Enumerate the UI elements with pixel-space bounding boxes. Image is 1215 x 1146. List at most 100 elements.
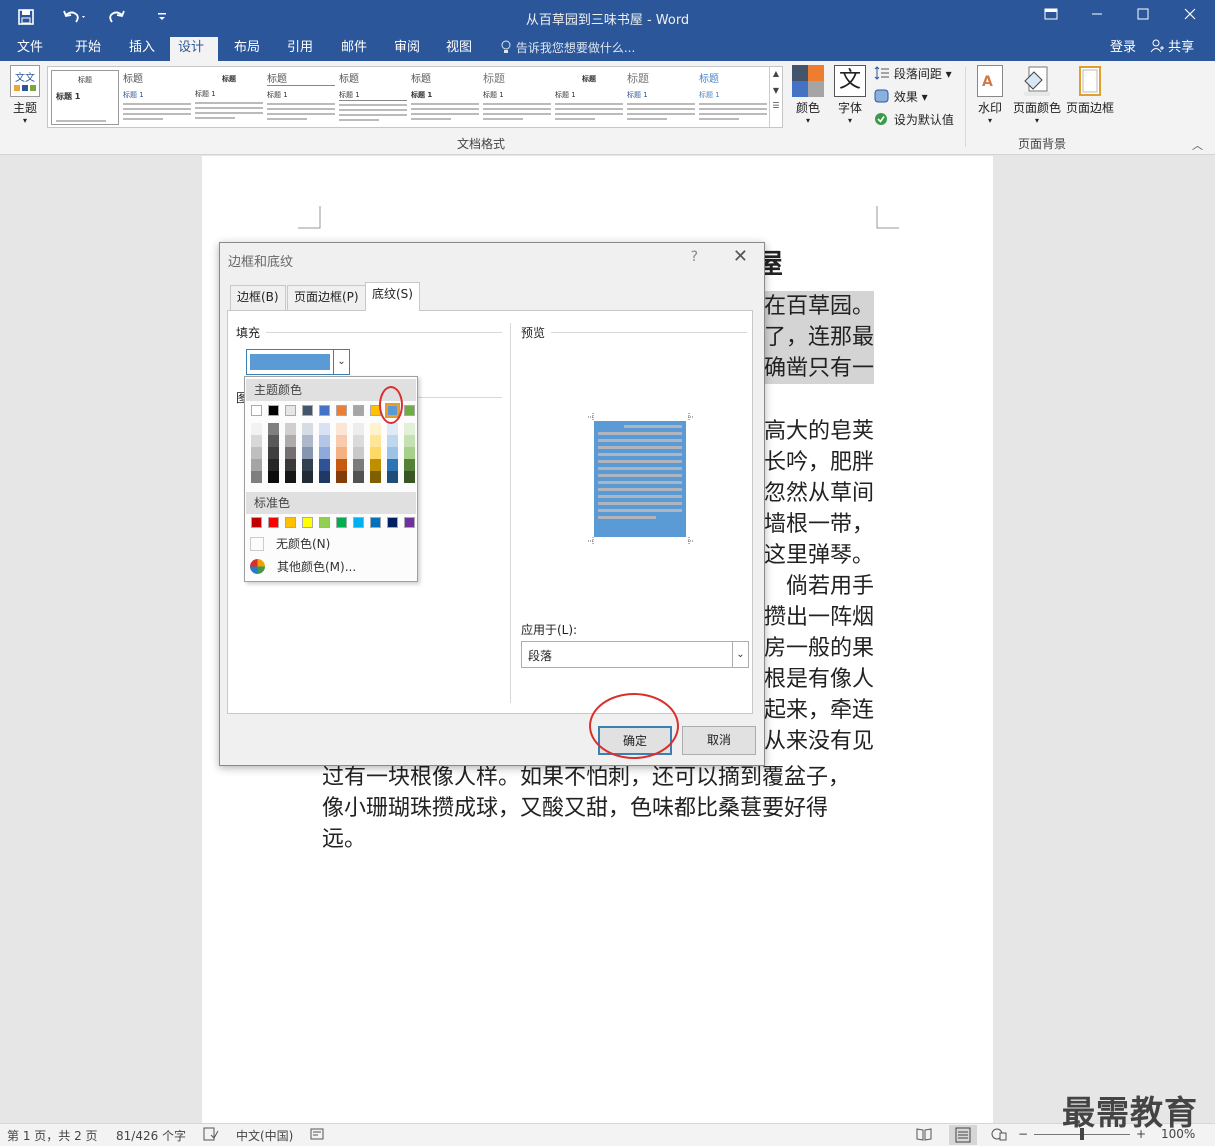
shade-color-swatch[interactable]: [336, 447, 347, 459]
shade-color-swatch[interactable]: [336, 423, 347, 435]
style-set-thumb[interactable]: 标题 标题 1: [627, 70, 695, 125]
shade-color-swatch[interactable]: [302, 435, 313, 447]
shade-color-swatch[interactable]: [387, 459, 398, 471]
read-mode-icon[interactable]: [916, 1127, 932, 1144]
chevron-down-icon[interactable]: ⌄: [333, 350, 349, 374]
page-border-button[interactable]: 页面边框: [1064, 65, 1116, 116]
tab-references[interactable]: 引用: [279, 37, 321, 61]
shade-color-swatch[interactable]: [319, 447, 330, 459]
standard-color-swatch[interactable]: [251, 517, 262, 528]
macro-icon[interactable]: [310, 1127, 324, 1144]
shade-color-swatch[interactable]: [319, 471, 330, 483]
web-layout-icon[interactable]: [991, 1127, 1007, 1144]
shade-color-swatch[interactable]: [319, 423, 330, 435]
shade-color-swatch[interactable]: [319, 459, 330, 471]
theme-color-swatch[interactable]: [285, 405, 296, 416]
theme-color-swatch[interactable]: [302, 405, 313, 416]
shade-color-swatch[interactable]: [370, 423, 381, 435]
shade-color-swatch[interactable]: [268, 447, 279, 459]
shade-color-swatch[interactable]: [353, 471, 364, 483]
effects-button[interactable]: 效果 ▾: [874, 88, 928, 106]
colors-button[interactable]: 颜色 ▾: [790, 65, 826, 125]
standard-color-swatch[interactable]: [353, 517, 364, 528]
shade-color-swatch[interactable]: [336, 471, 347, 483]
tab-page-border[interactable]: 页面边框(P): [287, 285, 366, 310]
theme-color-swatch[interactable]: [251, 405, 262, 416]
style-set-thumb[interactable]: 标题 标题 1: [699, 70, 767, 125]
login-link[interactable]: 登录: [1110, 38, 1136, 58]
style-set-thumb[interactable]: 标题 标题 1: [195, 70, 263, 125]
chevron-down-icon[interactable]: ⌄: [732, 642, 748, 667]
tab-file[interactable]: 文件: [9, 37, 51, 61]
help-icon[interactable]: ?: [691, 249, 698, 265]
style-set-thumb[interactable]: 标题 标题 1: [123, 70, 191, 125]
shade-color-swatch[interactable]: [251, 471, 262, 483]
shade-color-swatch[interactable]: [268, 459, 279, 471]
standard-color-swatch[interactable]: [404, 517, 415, 528]
shade-color-swatch[interactable]: [285, 435, 296, 447]
tab-borders[interactable]: 边框(B): [230, 285, 286, 310]
theme-color-swatch[interactable]: [353, 405, 364, 416]
shade-color-swatch[interactable]: [251, 447, 262, 459]
shade-color-swatch[interactable]: [268, 423, 279, 435]
shade-color-swatch[interactable]: [404, 459, 415, 471]
standard-color-swatch[interactable]: [319, 517, 330, 528]
shade-color-swatch[interactable]: [302, 471, 313, 483]
cancel-button[interactable]: 取消: [682, 726, 756, 755]
tab-design[interactable]: 设计: [170, 37, 218, 61]
word-count[interactable]: 81/426 个字: [116, 1127, 186, 1144]
shade-color-swatch[interactable]: [387, 423, 398, 435]
style-set-thumb[interactable]: 标题 标题 1: [555, 70, 623, 125]
tab-review[interactable]: 审阅: [386, 37, 428, 61]
tab-view[interactable]: 视图: [438, 37, 480, 61]
shade-color-swatch[interactable]: [285, 471, 296, 483]
shade-color-swatch[interactable]: [336, 435, 347, 447]
page-count[interactable]: 第 1 页，共 2 页: [7, 1127, 98, 1144]
style-set-thumb[interactable]: 标题 标题 1: [483, 70, 551, 125]
tab-insert[interactable]: 插入: [121, 37, 163, 61]
dialog-close-icon[interactable]: ✕: [733, 246, 748, 267]
shade-color-swatch[interactable]: [370, 435, 381, 447]
shade-color-swatch[interactable]: [370, 447, 381, 459]
paragraph-spacing-button[interactable]: 段落间距 ▾: [874, 65, 952, 83]
style-set-thumb[interactable]: 标题 标题 1: [51, 70, 119, 125]
shade-color-swatch[interactable]: [370, 459, 381, 471]
fill-color-dropdown[interactable]: ⌄: [246, 349, 350, 375]
theme-color-swatch[interactable]: [268, 405, 279, 416]
style-set-thumb[interactable]: 标题 标题 1: [339, 70, 407, 125]
minimize-icon[interactable]: [1083, 4, 1111, 28]
maximize-icon[interactable]: [1129, 4, 1157, 28]
tab-layout[interactable]: 布局: [226, 37, 268, 61]
tab-home[interactable]: 开始: [67, 37, 109, 61]
shade-color-swatch[interactable]: [302, 423, 313, 435]
gallery-scroll[interactable]: ▲ ▼ ☰: [769, 67, 782, 127]
style-set-thumb[interactable]: 标题 标题 1: [267, 70, 335, 125]
standard-color-swatch[interactable]: [268, 517, 279, 528]
fonts-button[interactable]: 文 字体 ▾: [832, 65, 868, 125]
shade-color-swatch[interactable]: [302, 459, 313, 471]
collapse-ribbon-icon[interactable]: ︿: [1192, 137, 1203, 153]
shade-color-swatch[interactable]: [302, 447, 313, 459]
shade-color-swatch[interactable]: [387, 447, 398, 459]
close-icon[interactable]: [1176, 4, 1204, 28]
watermark-button[interactable]: A 水印 ▾: [972, 65, 1008, 125]
shade-color-swatch[interactable]: [285, 447, 296, 459]
shade-color-swatch[interactable]: [353, 447, 364, 459]
gallery-down-icon[interactable]: ▼: [770, 86, 782, 95]
language-indicator[interactable]: 中文(中国): [236, 1127, 293, 1144]
tell-me-box[interactable]: 告诉我您想要做什么...: [500, 38, 635, 58]
style-set-thumb[interactable]: 标题 标题 1: [411, 70, 479, 125]
theme-color-swatch[interactable]: [336, 405, 347, 416]
shade-color-swatch[interactable]: [251, 435, 262, 447]
share-button[interactable]: 共享: [1150, 38, 1194, 58]
theme-color-swatch[interactable]: [319, 405, 330, 416]
shade-color-swatch[interactable]: [268, 435, 279, 447]
shade-color-swatch[interactable]: [319, 435, 330, 447]
shade-color-swatch[interactable]: [404, 447, 415, 459]
shade-color-swatch[interactable]: [251, 459, 262, 471]
print-layout-icon[interactable]: [949, 1125, 977, 1145]
set-default-button[interactable]: 设为默认值: [874, 111, 954, 129]
shade-color-swatch[interactable]: [285, 423, 296, 435]
no-color-option[interactable]: 无颜色(N): [250, 534, 330, 554]
apply-to-dropdown[interactable]: 段落 ⌄: [521, 641, 749, 668]
